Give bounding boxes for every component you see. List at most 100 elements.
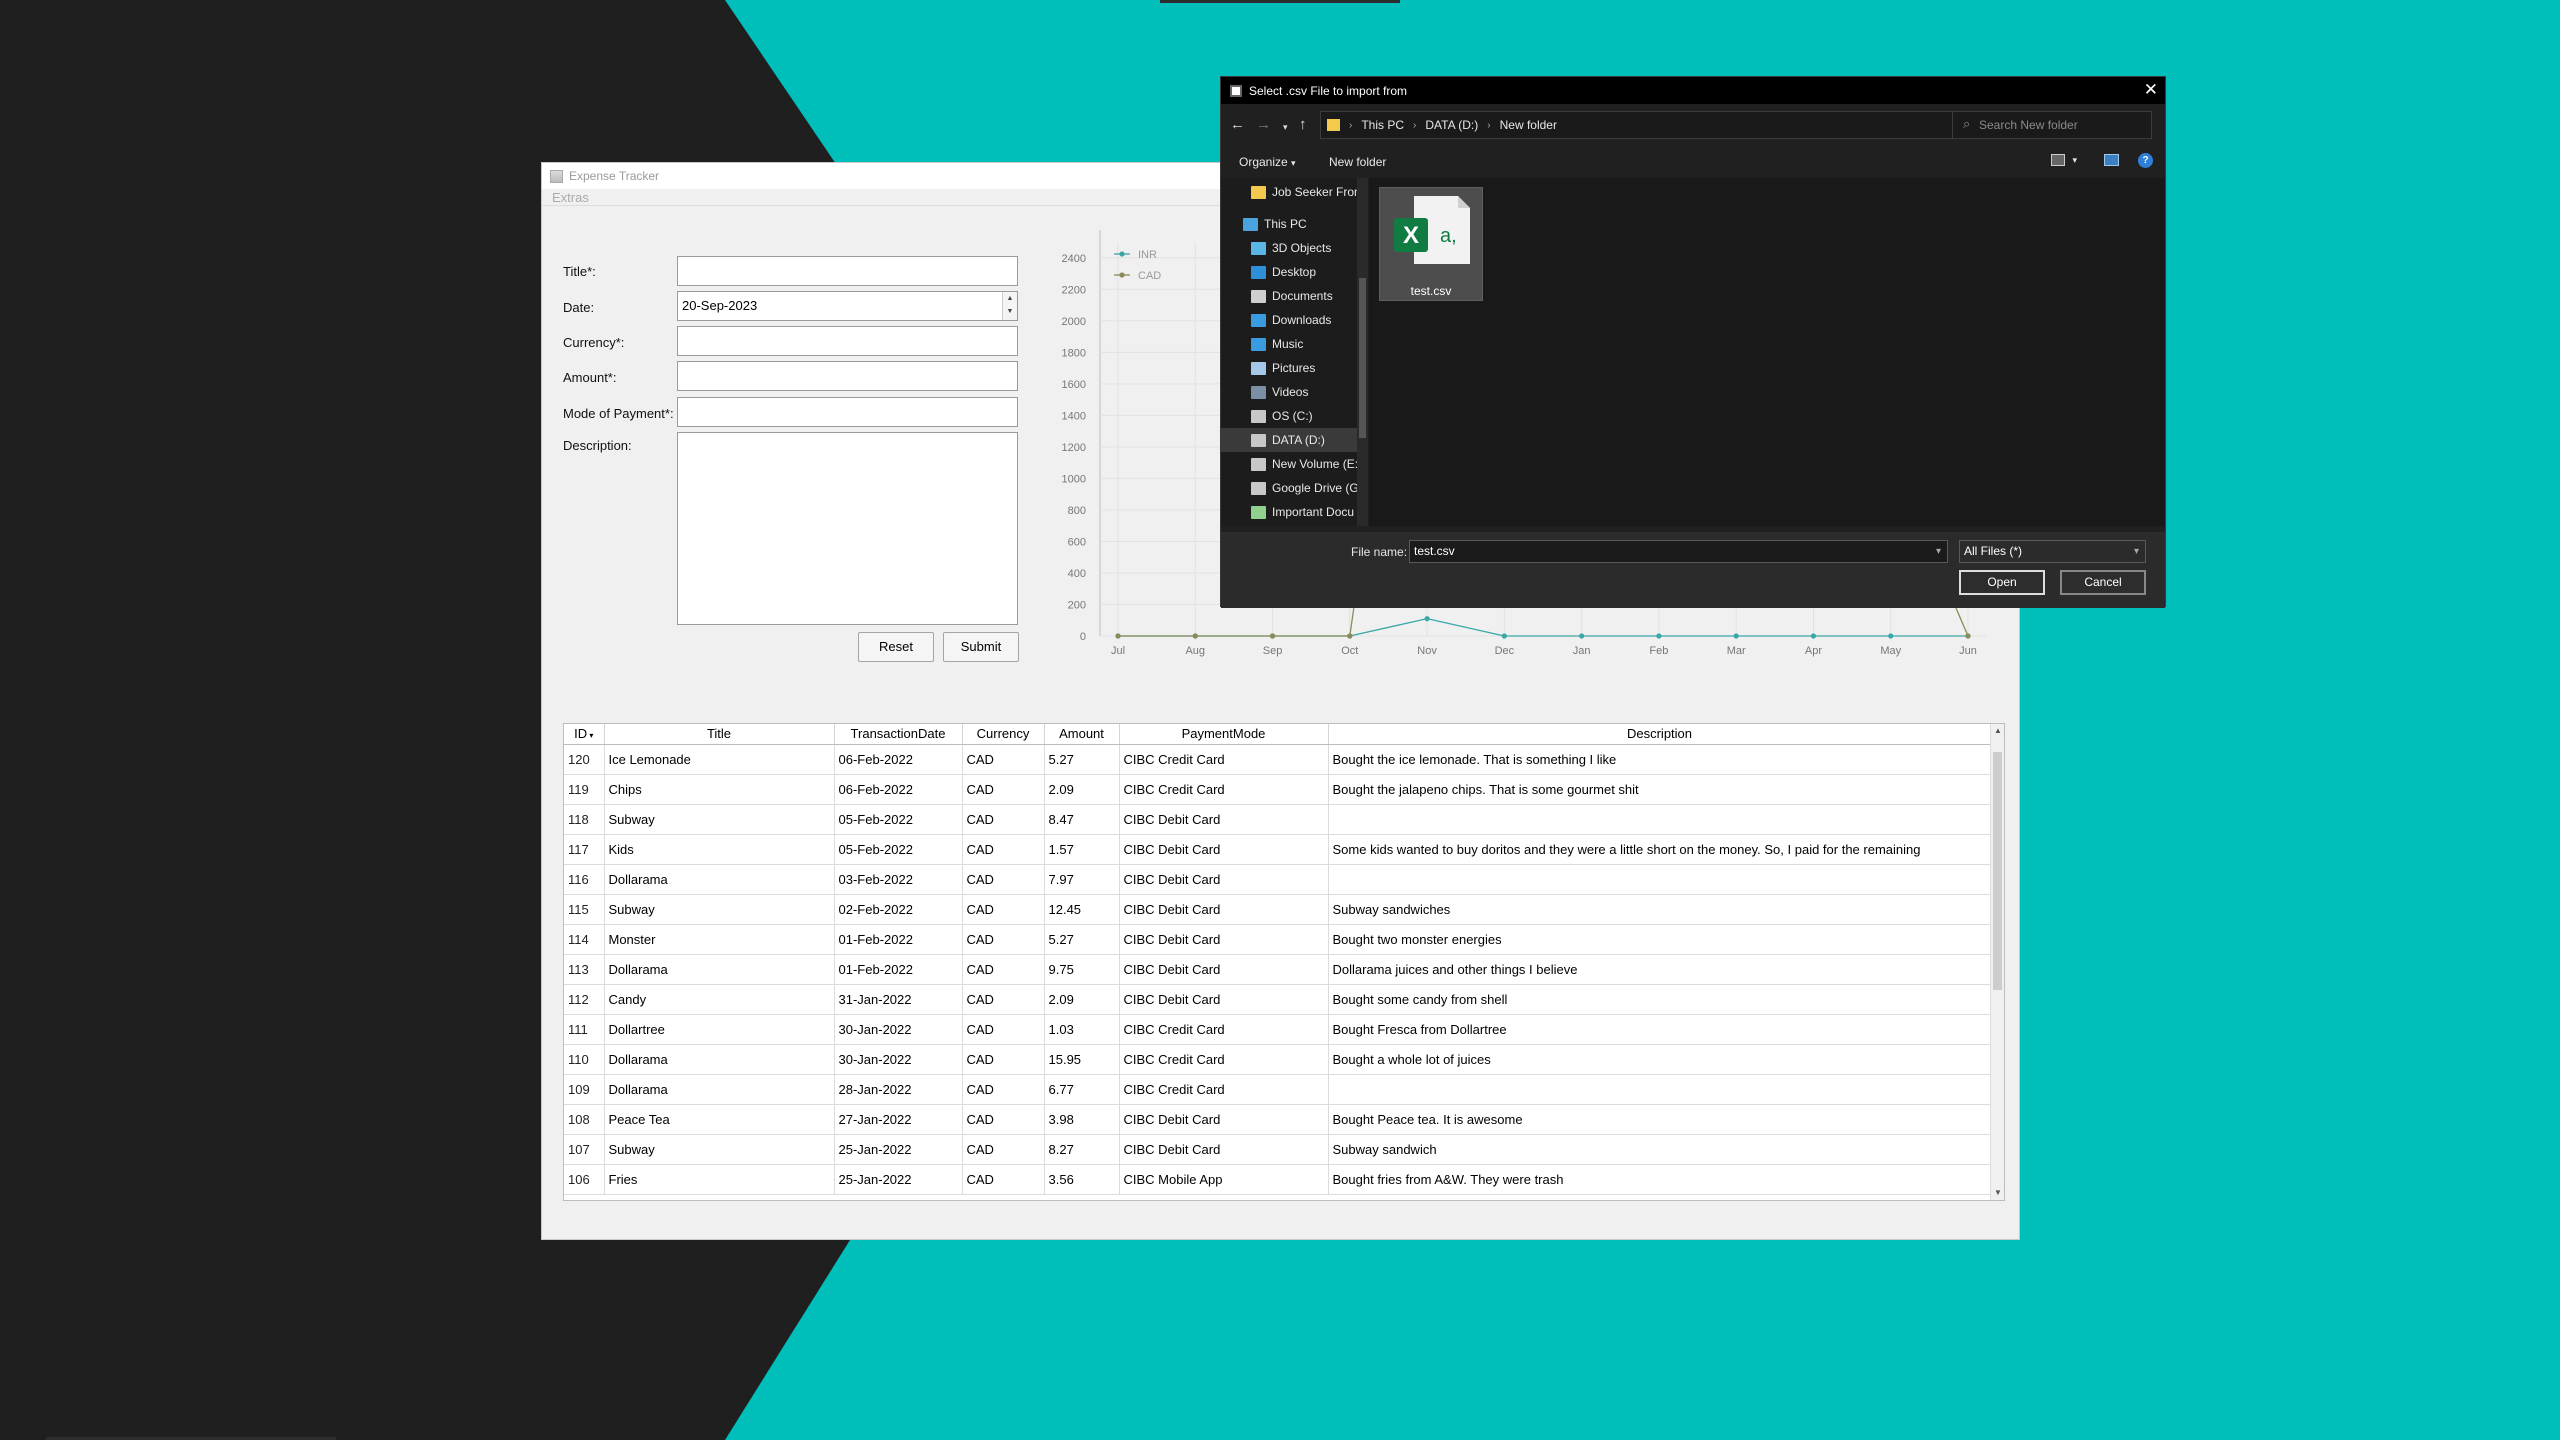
help-icon[interactable]: ? [2138,153,2153,168]
table-row[interactable]: 119 Chips 06-Feb-2022 CAD 2.09 CIBC Credit Ca… [564,774,1992,805]
table-cell-currency[interactable]: CAD [962,1044,1045,1075]
column-header-amount[interactable]: Amount [1044,724,1120,745]
submit-button[interactable]: Submit [943,632,1019,662]
nav-item-os-c[interactable]: OS (C:) [1221,404,1361,428]
table-cell-description[interactable]: Bought the jalapeno chips. That is some … [1328,774,1992,805]
table-cell-amount[interactable]: 6.77 [1044,1074,1120,1105]
table-cell-currency[interactable]: CAD [962,804,1045,835]
table-cell-transactiondate[interactable]: 01-Feb-2022 [834,954,963,985]
table-cell-transactiondate[interactable]: 30-Jan-2022 [834,1044,963,1075]
scrollbar-thumb[interactable] [1359,278,1366,438]
table-row[interactable]: 116 Dollarama 03-Feb-2022 CAD 7.97 CIBC Debit… [564,864,1992,895]
table-row[interactable]: 109 Dollarama 28-Jan-2022 CAD 6.77 CIBC Credi… [564,1074,1992,1105]
table-cell-currency[interactable]: CAD [962,1074,1045,1105]
organize-button[interactable]: Organize ▾ [1239,155,1296,169]
table-cell-id[interactable]: 110 [564,1044,605,1075]
recent-locations-chevron-icon[interactable]: ▾ [1283,122,1288,133]
table-row[interactable]: 117 Kids 05-Feb-2022 CAD 1.57 CIBC Debit Card… [564,834,1992,865]
table-cell-amount[interactable]: 15.95 [1044,1044,1120,1075]
navigation-pane-scrollbar[interactable] [1357,178,1368,526]
table-cell-transactiondate[interactable]: 06-Feb-2022 [834,744,963,775]
table-cell-title[interactable]: Dollartree [604,1014,835,1045]
table-cell-paymentmode[interactable]: CIBC Credit Card [1119,1014,1329,1045]
table-cell-id[interactable]: 108 [564,1104,605,1135]
table-cell-transactiondate[interactable]: 01-Feb-2022 [834,924,963,955]
view-chevron-icon[interactable]: ▾ [2072,155,2077,166]
scroll-down-icon[interactable]: ▼ [1991,1186,2004,1200]
table-cell-title[interactable]: Kids [604,834,835,865]
table-cell-amount[interactable]: 7.97 [1044,864,1120,895]
table-cell-transactiondate[interactable]: 30-Jan-2022 [834,1014,963,1045]
description-textarea[interactable] [677,432,1018,625]
nav-item-downloads[interactable]: Downloads [1221,308,1361,332]
table-row[interactable]: 112 Candy 31-Jan-2022 CAD 2.09 CIBC Debit Car… [564,984,1992,1015]
date-spinner[interactable]: ▲ ▼ [1002,292,1017,320]
column-header-id[interactable]: ID ▾ [564,724,605,745]
forward-arrow-icon[interactable]: → [1256,116,1271,133]
table-row[interactable]: 110 Dollarama 30-Jan-2022 CAD 15.95 CIBC Cred… [564,1044,1992,1075]
table-cell-transactiondate[interactable]: 28-Jan-2022 [834,1074,963,1105]
table-cell-title[interactable]: Dollarama [604,1044,835,1075]
table-row[interactable]: 120 Ice Lemonade 06-Feb-2022 CAD 5.27 CIBC Cr… [564,744,1992,775]
column-header-title[interactable]: Title [604,724,835,745]
reset-button[interactable]: Reset [858,632,934,662]
table-cell-paymentmode[interactable]: CIBC Credit Card [1119,1074,1329,1105]
scrollbar-thumb[interactable] [1993,752,2002,990]
table-cell-paymentmode[interactable]: CIBC Debit Card [1119,864,1329,895]
table-cell-paymentmode[interactable]: CIBC Debit Card [1119,1104,1329,1135]
table-cell-description[interactable]: Bought a whole lot of juices [1328,1044,1992,1075]
table-cell-amount[interactable]: 2.09 [1044,774,1120,805]
title-input[interactable] [677,256,1018,286]
address-bar[interactable]: › This PC › DATA (D:) › New folder ▾ ↻ [1320,111,2055,139]
date-input[interactable]: 20-Sep-2023 ▲ ▼ [677,291,1018,321]
nav-item-music[interactable]: Music [1221,332,1361,356]
breadcrumb-new-folder[interactable]: New folder [1500,118,1557,132]
table-cell-id[interactable]: 116 [564,864,605,895]
table-cell-id[interactable]: 109 [564,1074,605,1105]
table-cell-title[interactable]: Monster [604,924,835,955]
table-cell-amount[interactable]: 2.09 [1044,984,1120,1015]
table-cell-description[interactable]: Some kids wanted to buy doritos and they… [1328,834,1992,865]
currency-input[interactable] [677,326,1018,356]
table-cell-amount[interactable]: 12.45 [1044,894,1120,925]
table-row[interactable]: 113 Dollarama 01-Feb-2022 CAD 9.75 CIBC Debit… [564,954,1992,985]
column-header-currency[interactable]: Currency [962,724,1045,745]
open-button[interactable]: Open [1959,570,2045,595]
table-cell-description[interactable] [1328,1074,1992,1105]
table-cell-description[interactable]: Subway sandwich [1328,1134,1992,1165]
table-cell-amount[interactable]: 5.27 [1044,744,1120,775]
table-cell-currency[interactable]: CAD [962,1164,1045,1195]
table-cell-title[interactable]: Subway [604,1134,835,1165]
scroll-up-icon[interactable]: ▲ [1991,724,2004,738]
preview-pane-icon[interactable] [2104,154,2119,166]
table-row[interactable]: 118 Subway 05-Feb-2022 CAD 8.47 CIBC Debit Ca… [564,804,1992,835]
table-cell-id[interactable]: 112 [564,984,605,1015]
table-row[interactable]: 107 Subway 25-Jan-2022 CAD 8.27 CIBC Debit Ca… [564,1134,1992,1165]
table-cell-amount[interactable]: 8.47 [1044,804,1120,835]
up-arrow-icon[interactable]: ↑ [1299,116,1307,133]
table-cell-transactiondate[interactable]: 31-Jan-2022 [834,984,963,1015]
table-cell-description[interactable] [1328,804,1992,835]
table-vertical-scrollbar[interactable]: ▲ ▼ [1990,724,2004,1200]
table-cell-id[interactable]: 118 [564,804,605,835]
table-cell-paymentmode[interactable]: CIBC Credit Card [1119,744,1329,775]
table-cell-amount[interactable]: 3.98 [1044,1104,1120,1135]
table-cell-title[interactable]: Dollarama [604,954,835,985]
table-cell-id[interactable]: 113 [564,954,605,985]
table-row[interactable]: 106 Fries 25-Jan-2022 CAD 3.56 CIBC Mobile Ap… [564,1164,1992,1195]
new-folder-button[interactable]: New folder [1329,155,1386,169]
table-cell-amount[interactable]: 1.03 [1044,1014,1120,1045]
table-cell-title[interactable]: Chips [604,774,835,805]
table-cell-id[interactable]: 106 [564,1164,605,1195]
column-header-description[interactable]: Description [1328,724,1992,745]
table-cell-title[interactable]: Peace Tea [604,1104,835,1135]
table-row[interactable]: 115 Subway 02-Feb-2022 CAD 12.45 CIBC Debit C… [564,894,1992,925]
file-name-input[interactable]: test.csv ▾ [1409,540,1948,563]
nav-item-documents[interactable]: Documents [1221,284,1361,308]
menu-extras[interactable]: Extras [552,190,589,205]
table-cell-title[interactable]: Subway [604,804,835,835]
column-header-transactiondate[interactable]: TransactionDate [834,724,963,745]
table-cell-title[interactable]: Fries [604,1164,835,1195]
table-cell-paymentmode[interactable]: CIBC Mobile App [1119,1164,1329,1195]
nav-item-videos[interactable]: Videos [1221,380,1361,404]
